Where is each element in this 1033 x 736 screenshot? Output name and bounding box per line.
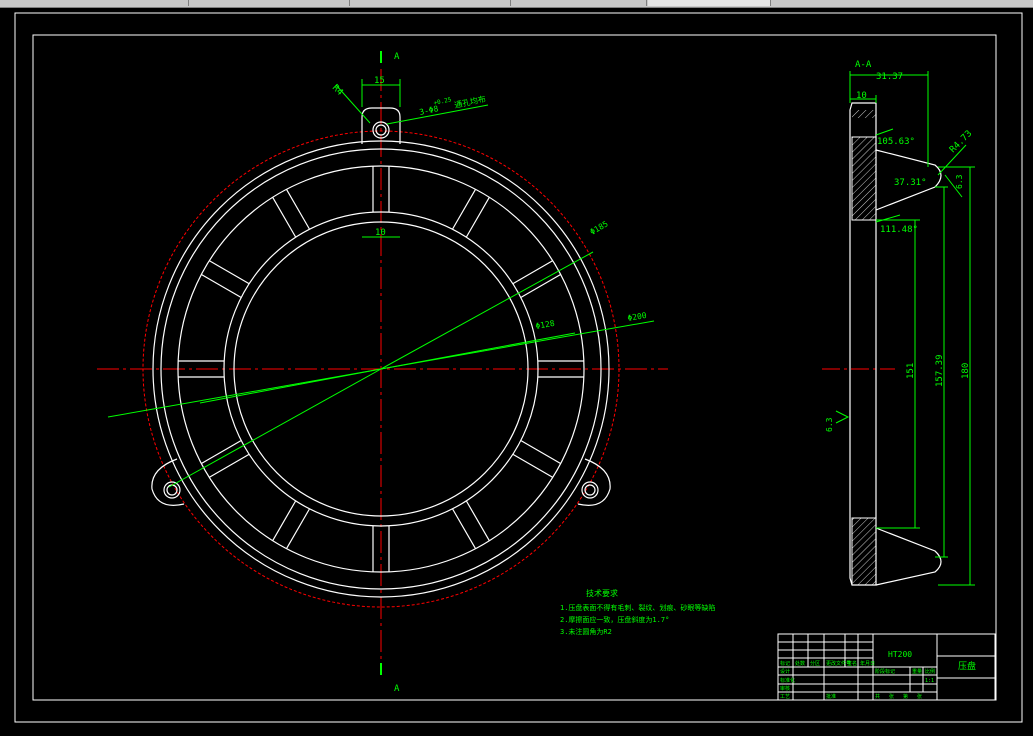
title-block-cell-label: 重量 [912,668,922,675]
title-block-cell-label: 年月日 [860,660,875,667]
dim-lug-radius: R4 [330,83,345,98]
toolbar-segment[interactable] [350,0,511,6]
dim-roughness-right: 6.3 [955,174,964,189]
dim-holes-note: 通孔均布 [453,94,486,110]
section-mark-bottom: A [394,684,400,694]
rib-edge [452,188,477,230]
rib-edge [452,508,477,550]
drawing-border-outer [14,12,1023,723]
toolbar-segment[interactable] [511,0,647,6]
toolbar-segment[interactable] [648,0,771,6]
title-block-cell-label: 1:1 [925,678,934,684]
section-mark-top: A [394,52,400,62]
rib-edge [208,260,250,285]
dim-diameter-200: Φ200 [627,311,648,323]
dim-151: 151 [906,363,916,379]
section-hatch-bottom [851,517,877,586]
title-block-cell-label: 签名 [847,660,857,667]
dim-rib-width: 10 [375,228,386,238]
rib-edge [272,500,297,542]
title-block-cell-label: 设计 [780,668,790,675]
title-block-cell-label: 共 [875,693,880,700]
rib-edge [520,273,562,298]
tech-note-2: 2.摩擦面应一致，压盘斜度为1.7° [560,615,669,624]
title-block-cell-label: 第 [903,693,908,700]
dim-angle-1: 105.63° [877,137,915,147]
technical-notes: 技术要求 1.压盘表面不得有毛刺、裂纹、划痕、砂眼等缺陷 2.摩擦面应一致，压盘… [560,588,715,636]
title-block-material: HT200 [888,650,912,659]
title-block-cell-label: 张 [889,693,894,700]
title-block-cell-label: 批准 [826,693,836,700]
dim-roughness-left: 6.3 [825,417,834,432]
dim-overall-width: 31.37 [876,72,903,82]
rib-edge [512,453,554,478]
title-block-cell-label: 审核 [780,685,790,692]
drawing-canvas[interactable]: A A 15 10 R4 3-Φ8 +0.25 通孔均布 Φ185 Φ200 Φ… [0,7,1033,732]
title-block-cell-label: 工艺 [780,694,790,700]
main-view: A A 15 10 R4 3-Φ8 +0.25 通孔均布 Φ185 Φ200 Φ… [97,51,668,694]
roughness-symbol [835,410,850,424]
rib-edge [200,440,242,465]
rib-edge [285,188,310,230]
rib-edge [465,500,490,542]
title-block-cell-label: 分区 [810,660,820,667]
dim-157: 157.39 [935,354,945,387]
dim-flange: 10 [856,91,867,101]
rib-edge [272,196,297,238]
rib-edge [200,273,242,298]
dim-angle-3: 111.48° [880,225,918,235]
dim-radius: R4.73 [948,129,974,155]
tech-note-3: 3.未注圆角为R2 [560,627,612,636]
dim-holes-tolerance: +0.25 [433,96,453,107]
tech-note-1: 1.压盘表面不得有毛刺、裂纹、划痕、砂眼等缺陷 [560,603,715,612]
title-block-cell-label: 标准化 [780,677,795,684]
rib-edge [465,196,490,238]
section-hatch-flange [852,110,876,118]
title-block-cell-label: 标记 [780,660,790,667]
dim-lug-width: 15 [374,76,385,86]
section-hatch-top [851,136,877,221]
rib-edge [512,260,554,285]
dim-angle-2: 37.31° [894,178,927,188]
rib-edge [285,508,310,550]
toolbar-segment[interactable] [189,0,350,6]
dim-diameter-185: Φ185 [589,219,610,237]
title-block-cell-label: 处数 [795,660,805,667]
toolbar-segment[interactable] [0,0,189,6]
rib-edge [520,440,562,465]
title-block-cell-label: 张 [917,693,922,700]
rib-edge [208,453,250,478]
tech-notes-title: 技术要求 [586,588,618,598]
dim-180: 180 [961,363,971,379]
title-block-part-name: 压盘 [958,660,976,672]
title-block-cell-label: 阶段标记 [875,668,895,675]
section-title: A-A [855,60,872,70]
title-block-cell-label: 比例 [925,668,935,675]
section-view: A-A 31.37 10 105.63° 37.31° 111.48° R4.7… [822,60,975,586]
dim-diameter-128: Φ128 [535,319,556,331]
